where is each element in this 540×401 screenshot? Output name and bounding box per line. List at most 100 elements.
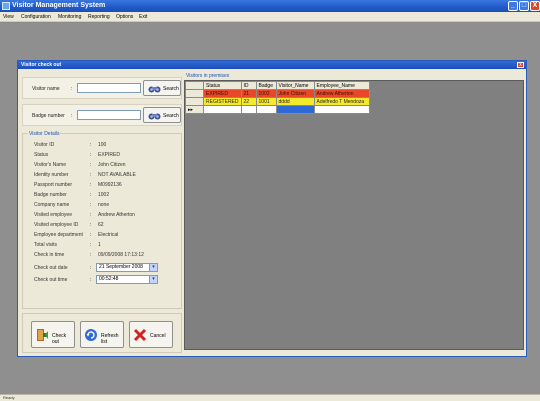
action-buttons-group: Check out Refresh list Cancel	[22, 313, 182, 353]
cell-status[interactable]	[203, 105, 242, 114]
cell-visitor-name[interactable]: dddd	[275, 97, 315, 106]
cell-id[interactable]: 22	[240, 97, 257, 106]
detail-row: Employee department: Electrical	[23, 232, 183, 241]
cell-visitor-name-selected[interactable]	[275, 105, 315, 114]
table-new-row[interactable]: ▸▸	[185, 105, 370, 114]
cancel-button[interactable]: Cancel	[129, 321, 173, 348]
search-button-label: Search	[163, 86, 179, 92]
cell-visitor-name[interactable]: John Citizen	[275, 89, 315, 98]
column-header-badge[interactable]: Badge	[255, 81, 277, 90]
detail-colon: :	[90, 265, 92, 271]
checkout-time-picker[interactable]: 00:52:48 ▾	[96, 275, 158, 284]
cell-employee-name[interactable]	[313, 105, 370, 114]
refresh-list-button[interactable]: Refresh list	[80, 321, 124, 348]
cell-status[interactable]: REGISTERED	[203, 97, 242, 106]
detail-value: 62	[98, 222, 104, 228]
visitor-name-input[interactable]	[77, 83, 141, 93]
app-title: Visitor Management System	[12, 2, 106, 9]
detail-row: Total visits:1	[23, 242, 183, 251]
row-header[interactable]	[185, 97, 204, 106]
cell-id[interactable]: 21	[240, 89, 257, 98]
detail-row: Visitor ID:100	[23, 142, 183, 151]
checkout-door-icon	[37, 329, 48, 341]
cell-badge[interactable]: 1002	[255, 89, 277, 98]
detail-key: Check in time	[34, 252, 65, 258]
detail-row: Status: EXPIRED	[23, 152, 183, 161]
menu-configuration[interactable]: Configuration	[21, 14, 51, 20]
column-header-status[interactable]: Status	[203, 81, 242, 90]
visitor-details-legend: Visitor Details	[28, 131, 61, 137]
new-row-marker[interactable]: ▸▸	[185, 105, 204, 114]
detail-value: 100	[98, 142, 107, 148]
cell-employee-name[interactable]: Adelfredo T Mendoza	[313, 97, 370, 106]
app-icon	[2, 2, 10, 10]
checkout-date-value: 21 September 2008	[99, 264, 143, 270]
dialog-close-button[interactable]: x	[517, 62, 524, 68]
column-header-employee-name[interactable]: Employee_Name	[313, 81, 370, 90]
detail-colon: :	[90, 242, 92, 248]
detail-key: Visitor's Name	[34, 162, 66, 168]
row-header[interactable]	[185, 89, 204, 98]
cell-id[interactable]	[240, 105, 257, 114]
menu-exit[interactable]: Exit	[139, 14, 147, 20]
checkout-button[interactable]: Check out	[31, 321, 75, 348]
left-panel: Visitor name : Search Badge number : Sea…	[22, 73, 182, 353]
visitor-checkout-dialog: Visitor check out x Visitor name : Searc…	[17, 60, 527, 357]
detail-key: Visited employee	[34, 212, 72, 218]
menu-view[interactable]: View	[3, 14, 14, 20]
badge-number-search-button[interactable]: Search	[143, 107, 181, 123]
cell-status[interactable]: EXPIRED	[203, 89, 242, 98]
detail-key: Status	[34, 152, 49, 158]
minimize-button[interactable]: _	[508, 1, 518, 11]
table-row[interactable]: EXPIRED 21 1002 John Citizen Andrew Athe…	[185, 89, 370, 98]
detail-key: Passport number	[34, 182, 73, 188]
table-row[interactable]: REGISTERED 22 1001 dddd Adelfredo T Mend…	[185, 97, 370, 106]
detail-colon: :	[90, 162, 92, 168]
detail-value: Electrical	[98, 232, 119, 238]
visitor-name-label: Visitor name	[32, 86, 60, 92]
detail-row: Badge number:1002	[23, 192, 183, 201]
detail-key: Company name	[34, 202, 70, 208]
detail-colon: :	[90, 192, 92, 198]
chevron-down-icon[interactable]: ▾	[149, 276, 157, 283]
detail-key: Identity number	[34, 172, 69, 178]
badge-number-search-row: Badge number : Search	[22, 104, 182, 126]
visitor-name-search-button[interactable]: Search	[143, 80, 181, 96]
maximize-button[interactable]: □	[519, 1, 529, 11]
detail-colon: :	[90, 277, 92, 283]
status-bar: Ready	[0, 394, 540, 401]
cell-badge[interactable]	[255, 105, 277, 114]
checkout-date-label: Check out date	[34, 265, 68, 271]
checkout-date-picker[interactable]: 21 September 2008 ▾	[96, 263, 158, 272]
detail-colon: :	[90, 182, 92, 188]
badge-number-input[interactable]	[77, 110, 141, 120]
checkout-time-row: Check out time : 00:52:48 ▾	[23, 275, 183, 286]
column-header-visitor-name[interactable]: Visitor_Name	[275, 81, 315, 90]
visitors-grid-legend: Visitors in premises	[186, 73, 230, 79]
visitor-name-search-row: Visitor name : Search	[22, 77, 182, 99]
chevron-down-icon[interactable]: ▾	[149, 264, 157, 271]
cell-badge[interactable]: 1001	[255, 97, 277, 106]
detail-colon: :	[90, 152, 92, 158]
detail-colon: :	[90, 212, 92, 218]
cancel-button-label: Cancel	[150, 333, 166, 339]
menu-monitoring[interactable]: Monitoring	[58, 14, 81, 20]
cell-employee-name[interactable]: Andrew Atherton	[313, 89, 370, 98]
detail-row: Visited employee ID:62	[23, 222, 183, 231]
detail-value: none	[98, 202, 110, 208]
detail-value: 09/09/2008 17:13:12	[98, 252, 144, 258]
menu-options[interactable]: Options	[116, 14, 133, 20]
close-button[interactable]: X	[530, 1, 540, 11]
detail-row: Company name: none	[23, 202, 183, 211]
detail-value: 1002	[98, 192, 110, 198]
badge-number-label: Badge number	[32, 113, 65, 119]
detail-row: Visitor's Name: John Citizen	[23, 162, 183, 171]
detail-value: M0992136	[98, 182, 122, 188]
detail-colon: :	[90, 252, 92, 258]
detail-value: 1	[98, 242, 101, 248]
visitors-grid[interactable]: Status ID Badge Visitor_Name Employee_Na…	[184, 80, 524, 350]
column-header-id[interactable]: ID	[240, 81, 257, 90]
menu-reporting[interactable]: Reporting	[88, 14, 110, 20]
detail-colon: :	[90, 172, 92, 178]
detail-colon: :	[90, 142, 92, 148]
